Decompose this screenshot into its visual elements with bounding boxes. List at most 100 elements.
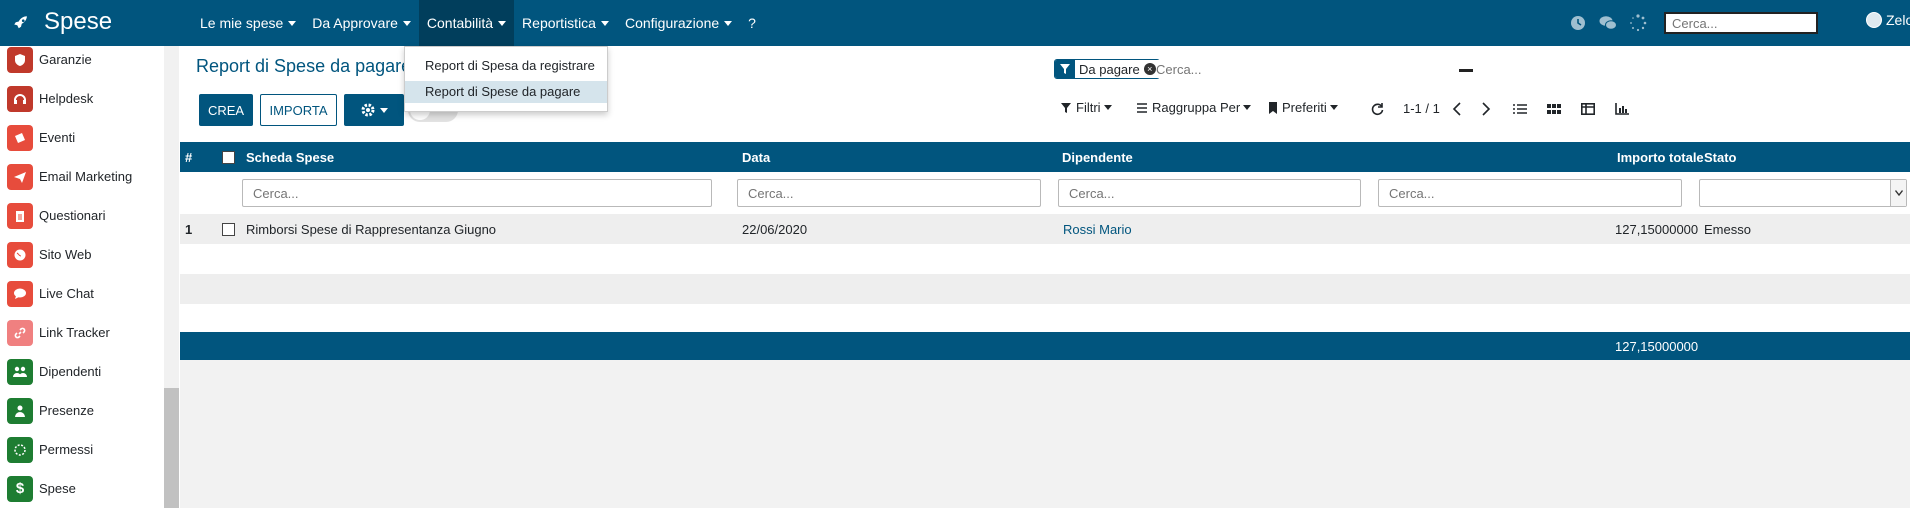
list-lines-icon: [1137, 102, 1147, 113]
filter-icon: [1061, 102, 1071, 113]
close-icon[interactable]: ×: [1143, 63, 1156, 75]
table-row[interactable]: 1 Rimborsi Spese di Rappresentanza Giugn…: [180, 214, 1910, 244]
footer-total: 127,15000000: [1615, 339, 1699, 354]
favorites-dropdown[interactable]: Preferiti: [1268, 100, 1338, 115]
group-by-label: Raggruppa Per: [1152, 100, 1251, 115]
favorites-label: Preferiti: [1282, 100, 1338, 115]
row-index: 1: [185, 222, 193, 237]
users-icon: [7, 358, 33, 385]
sidebar-item-garanzie[interactable]: Garanzie: [0, 46, 164, 79]
sidebar-item-helpdesk[interactable]: Helpdesk: [0, 79, 164, 118]
top-navbar: Spese Le mie spese Da Approvare Contabil…: [0, 0, 1910, 46]
filter-importo-input[interactable]: [1378, 179, 1682, 207]
globe-icon: [7, 241, 33, 268]
sidebar-item-permessi[interactable]: Permessi: [0, 430, 164, 469]
chevron-down-icon: [1890, 180, 1906, 206]
col-data[interactable]: Data: [742, 150, 770, 165]
sidebar-item-eventi[interactable]: Eventi: [0, 118, 164, 157]
menu-da-approvare[interactable]: Da Approvare: [304, 0, 419, 46]
kanban-view-icon[interactable]: [1545, 100, 1563, 118]
cell-importo: 127,15000000: [1615, 222, 1699, 237]
user-name: Zelo: [1886, 12, 1910, 28]
sidebar-item-presenze[interactable]: Presenze: [0, 391, 164, 430]
circle-dots-icon: [7, 436, 33, 463]
avatar: [1866, 12, 1882, 28]
dollar-icon: $: [7, 475, 33, 502]
filter-data-input[interactable]: [737, 179, 1041, 207]
filter-scheda-input[interactable]: [242, 179, 712, 207]
filters-dropdown[interactable]: Filtri: [1060, 100, 1112, 115]
sidebar-item-label: Link Tracker: [39, 325, 110, 340]
link-icon: [7, 319, 33, 346]
chat-icon: [7, 280, 33, 307]
menu-help[interactable]: ?: [740, 0, 764, 46]
app-sidebar: Garanzie Helpdesk Eventi Email Marketing…: [0, 46, 164, 508]
pager-value[interactable]: 1-1 / 1: [1403, 101, 1440, 116]
import-button[interactable]: IMPORTA: [260, 94, 337, 126]
filter-icon: [1055, 60, 1075, 78]
filters-label: Filtri: [1076, 100, 1112, 115]
filter-stato-select[interactable]: [1699, 179, 1907, 207]
chevron-right-icon[interactable]: [1477, 100, 1495, 118]
menu-configurazione[interactable]: Configurazione: [617, 0, 740, 46]
empty-row: [180, 274, 1910, 304]
user-menu[interactable]: Zelo: [1866, 12, 1910, 28]
clipboard-icon: [7, 202, 33, 229]
sidebar-item-label: Permessi: [39, 442, 94, 457]
col-stato[interactable]: Stato: [1704, 150, 1737, 165]
select-all-checkbox[interactable]: [222, 151, 235, 164]
sidebar-item-label: Helpdesk: [39, 91, 94, 106]
sidebar-item-link-tracker[interactable]: Link Tracker: [0, 313, 164, 352]
row-checkbox[interactable]: [222, 223, 235, 236]
app-title[interactable]: Spese: [44, 8, 112, 36]
sidebar-scrollbar-thumb[interactable]: [164, 388, 179, 508]
sidebar-item-questionari[interactable]: Questionari: [0, 196, 164, 235]
graph-view-icon[interactable]: [1613, 100, 1631, 118]
contabilita-dropdown: Report di Spesa da registrare Report di …: [404, 46, 608, 112]
sidebar-item-label: Live Chat: [39, 286, 94, 301]
table-footer: 127,15000000: [180, 332, 1910, 360]
sidebar-item-email-marketing[interactable]: Email Marketing: [0, 157, 164, 196]
refresh-icon[interactable]: [1368, 100, 1386, 118]
search-input[interactable]: [1156, 60, 1456, 78]
group-by-dropdown[interactable]: Raggruppa Per: [1136, 100, 1251, 115]
content-background: [180, 360, 1910, 508]
search-facet[interactable]: Da pagare ×: [1054, 59, 1160, 79]
col-importo-totale[interactable]: Importo totale: [1617, 150, 1704, 165]
sidebar-item-label: Questionari: [39, 208, 106, 223]
user-icon: [7, 397, 33, 424]
chevron-down-icon: [380, 107, 388, 113]
menu-contabilita[interactable]: Contabilità: [418, 0, 515, 46]
rocket-icon[interactable]: [12, 14, 30, 32]
activity-spinner-icon[interactable]: [1628, 13, 1648, 33]
sidebar-item-label: Email Marketing: [39, 169, 133, 184]
ticket-icon: [7, 124, 33, 151]
dropdown-item-report-da-pagare[interactable]: Report di Spese da pagare: [405, 81, 607, 103]
cell-scheda: Rimborsi Spese di Rappresentanza Giugno: [246, 222, 497, 237]
sidebar-item-dipendenti[interactable]: Dipendenti: [0, 352, 164, 391]
chat-bubbles-icon[interactable]: [1598, 13, 1618, 33]
global-search-input[interactable]: [1664, 12, 1818, 34]
pivot-view-icon[interactable]: [1579, 100, 1597, 118]
sidebar-item-label: Spese: [39, 481, 76, 496]
sidebar-item-live-chat[interactable]: Live Chat: [0, 274, 164, 313]
sidebar-item-sito-web[interactable]: Sito Web: [0, 235, 164, 274]
list-view-icon[interactable]: [1511, 100, 1529, 118]
cell-dipendente-link[interactable]: Rossi Mario: [1063, 222, 1132, 237]
bookmark-icon: [1269, 101, 1277, 114]
paper-plane-icon: [7, 163, 33, 190]
dropdown-item-report-da-registrare[interactable]: Report di Spesa da registrare: [405, 55, 607, 77]
sidebar-item-label: Sito Web: [39, 247, 92, 262]
create-button[interactable]: CREA: [199, 94, 253, 126]
menu-le-mie-spese[interactable]: Le mie spese: [192, 0, 304, 46]
menu-reportistica[interactable]: Reportistica: [514, 0, 617, 46]
col-dipendente[interactable]: Dipendente: [1062, 150, 1133, 165]
chevron-left-icon[interactable]: [1448, 100, 1466, 118]
actions-gear-button[interactable]: [344, 94, 404, 126]
filter-dipendente-input[interactable]: [1058, 179, 1361, 207]
col-scheda-spese[interactable]: Scheda Spese: [246, 150, 334, 165]
sidebar-item-spese[interactable]: $ Spese: [0, 469, 164, 508]
clock-icon[interactable]: [1568, 13, 1588, 33]
gear-icon: [361, 103, 375, 117]
shield-icon: [7, 46, 33, 73]
